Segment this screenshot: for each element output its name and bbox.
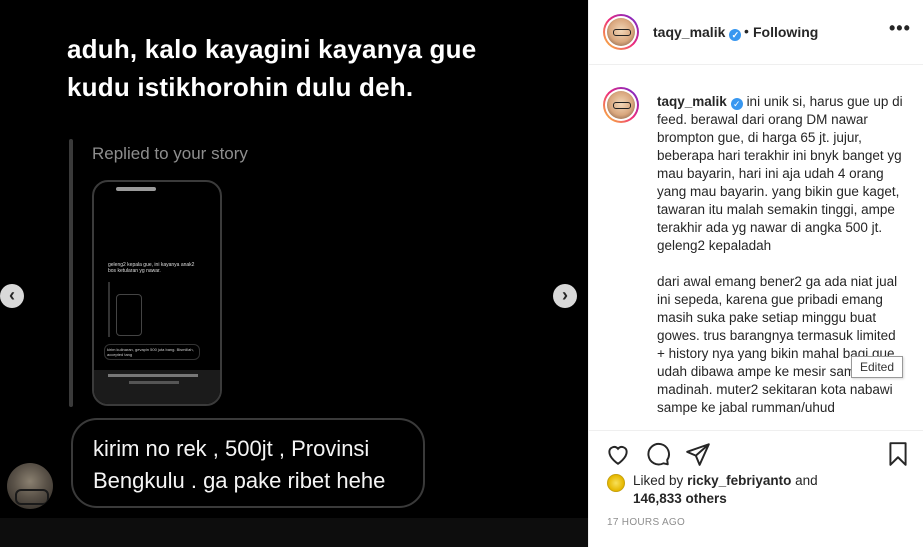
story-preview-thumbnail: geleng2 kepala gue, ini kayanya anak2 bo… [92, 180, 222, 406]
post-sidebar: taqy_malik ✓ • Following ••• taqy_malik ✓ … [588, 0, 923, 547]
phone-preview-footer-line [108, 374, 198, 377]
phone-preview-reply-line [108, 282, 110, 337]
author-avatar[interactable] [603, 14, 639, 50]
post-timestamp[interactable]: 17 HOURS AGO [607, 517, 685, 528]
phone-preview-header [116, 187, 156, 191]
comment-icon[interactable] [645, 441, 671, 467]
story-reply-text: aduh, kalo kayagini kayanya gue kudu ist… [67, 34, 477, 102]
message-bubble: kirim no rek , 500jt , Provinsi Bengkulu… [71, 418, 425, 508]
phone-preview-mini-thumbnail [116, 294, 142, 336]
previous-media-button[interactable]: ‹ [0, 284, 24, 308]
sender-avatar [7, 463, 53, 509]
post-media: aduh, kalo kayagini kayanya gue kudu ist… [0, 0, 588, 547]
following-button[interactable]: Following [753, 24, 818, 40]
replied-label: Replied to your story [92, 144, 248, 163]
heart-icon[interactable] [605, 441, 631, 467]
reply-indicator-line [69, 139, 73, 407]
verified-badge-icon: ✓ [730, 98, 743, 110]
share-icon[interactable] [685, 441, 711, 467]
post-header: taqy_malik ✓ • Following ••• [589, 0, 923, 65]
caption-text: taqy_malik ✓ ini unik si, harus gue up di… [657, 93, 907, 429]
caption-paragraph-2: dari awal emang bener2 ga ada niat jual … [657, 274, 899, 415]
media-bottom-strip [0, 518, 588, 547]
liker-username[interactable]: ricky_febriyanto [687, 473, 791, 488]
caption-author-avatar[interactable] [603, 87, 639, 123]
bookmark-icon[interactable] [885, 441, 911, 467]
phone-preview-text: geleng2 kepala gue, ini kayanya anak2 bo… [108, 262, 195, 274]
caption-paragraph-1: ini unik si, harus gue up di feed. beraw… [657, 94, 903, 253]
action-bar [589, 430, 923, 475]
bicycle-icon [15, 489, 49, 505]
chevron-left-icon: ‹ [9, 285, 15, 305]
likes-prefix: Liked by [633, 473, 684, 488]
liker-avatar[interactable] [607, 474, 625, 492]
header-separator: • [744, 23, 749, 39]
author-username[interactable]: taqy_malik ✓ [653, 24, 742, 41]
chevron-right-icon: › [562, 285, 568, 305]
verified-badge-icon: ✓ [729, 29, 742, 41]
likes-and: and [795, 473, 818, 488]
phone-preview-bubble: kirim kulinaran, gevapin 500 juta bang. … [104, 344, 200, 360]
next-media-button[interactable]: › [553, 284, 577, 308]
phone-preview-footer-line [129, 381, 179, 384]
more-options-icon[interactable]: ••• [889, 18, 911, 39]
caption-username[interactable]: taqy_malik [657, 94, 727, 109]
likes-count[interactable]: 146,833 others [633, 491, 727, 506]
username-text[interactable]: taqy_malik [653, 24, 725, 40]
edited-tooltip: Edited [851, 356, 904, 378]
